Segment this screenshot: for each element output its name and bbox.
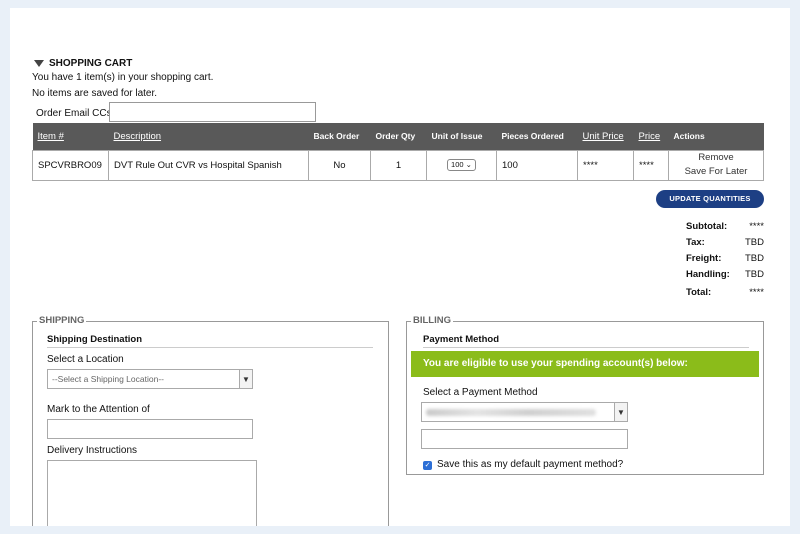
freight-value: TBD [745,253,764,264]
cell-actions: Remove Save For Later [668,149,764,181]
handling-row: Handling: TBD [686,269,764,285]
collapse-triangle-icon[interactable] [34,60,44,67]
table-row: SPCVRBRO09 DVT Rule Out CVR vs Hospital … [32,149,764,181]
chevron-down-icon: ▼ [239,370,252,388]
cart-title-text: SHOPPING CART [49,58,133,69]
divider [423,347,749,348]
header-unit-of-issue: Unit of Issue [426,123,497,150]
shipping-legend: SHIPPING [37,315,87,326]
cell-description: DVT Rule Out CVR vs Hospital Spanish [108,149,309,181]
tax-label: Tax: [686,237,705,248]
freight-label: Freight: [686,253,722,264]
payment-method-select[interactable]: ▼ [421,402,628,422]
shipping-location-placeholder: --Select a Shipping Location-- [52,374,164,384]
saved-items-text: No items are saved for later. [32,88,158,99]
header-back-order: Back Order [308,123,371,150]
cart-title[interactable]: SHOPPING CART [34,58,132,69]
attention-input[interactable] [47,419,253,439]
total-label: Total: [686,287,712,298]
subtotal-value: **** [749,221,764,232]
header-price[interactable]: Price [633,123,669,150]
handling-value: TBD [745,269,764,280]
freight-row: Freight: TBD [686,253,764,269]
email-cc-input[interactable] [109,102,316,122]
cell-unit-price: **** [577,149,634,181]
remove-link[interactable]: Remove [674,151,758,165]
cell-back-order: No [308,149,371,181]
total-value: **** [749,287,764,298]
header-unit-price[interactable]: Unit Price [577,123,634,150]
billing-section: BILLING Payment Method You are eligible … [406,315,764,475]
cart-count-text: You have 1 item(s) in your shopping cart… [32,72,214,83]
header-order-qty: Order Qty [370,123,427,150]
divider [47,347,373,348]
header-item-number[interactable]: Item # [32,123,109,150]
tax-value: TBD [745,237,764,248]
cell-order-qty: 1 [370,149,427,181]
subtotal-row: Subtotal: **** [686,221,764,237]
total-row: Total: **** [686,287,764,303]
header-actions: Actions [668,123,764,150]
subtotal-label: Subtotal: [686,221,728,232]
location-label: Select a Location [47,354,124,365]
delivery-instructions-textarea[interactable] [47,460,257,526]
cart-table-header: Item # Description Back Order Order Qty … [32,123,764,150]
cell-price: **** [633,149,669,181]
order-totals: Subtotal: **** Tax: TBD Freight: TBD Han… [686,221,764,303]
payment-method-label: Select a Payment Method [423,387,538,398]
chevron-down-icon: ▼ [614,403,627,421]
shipping-destination-heading: Shipping Destination [47,334,142,345]
shipping-location-select[interactable]: --Select a Shipping Location-- ▼ [47,369,253,389]
header-pieces-ordered: Pieces Ordered [496,123,578,150]
redacted-payment-account [426,408,596,416]
cart-table: Item # Description Back Order Order Qty … [32,123,764,181]
shipping-section: SHIPPING Shipping Destination Select a L… [32,315,389,526]
save-for-later-link[interactable]: Save For Later [674,165,758,179]
header-description[interactable]: Description [108,123,309,150]
cell-item-number: SPCVRBRO09 [32,149,109,181]
default-payment-checkbox[interactable]: ✓ [423,461,432,470]
page: SHOPPING CART You have 1 item(s) in your… [10,8,790,526]
update-quantities-button[interactable]: UPDATE QUANTITIES [656,190,764,208]
payment-detail-input[interactable] [421,429,628,449]
delivery-instructions-label: Delivery Instructions [47,445,138,456]
billing-legend: BILLING [411,315,453,326]
unit-of-issue-select[interactable]: 100 ⌄ [447,159,476,171]
handling-label: Handling: [686,269,730,280]
default-payment-label: Save this as my default payment method? [437,459,624,470]
spending-account-eligible-banner: You are eligible to use your spending ac… [411,351,759,377]
unit-of-issue-value: 100 [451,160,464,169]
cell-pieces-ordered: 100 [496,149,578,181]
attention-label: Mark to the Attention of [47,404,150,415]
chevron-down-icon: ⌄ [465,160,472,169]
cell-unit-of-issue: 100 ⌄ [426,149,497,181]
tax-row: Tax: TBD [686,237,764,253]
email-cc-label: Order Email CCs: [36,108,115,119]
payment-method-heading: Payment Method [423,334,500,345]
